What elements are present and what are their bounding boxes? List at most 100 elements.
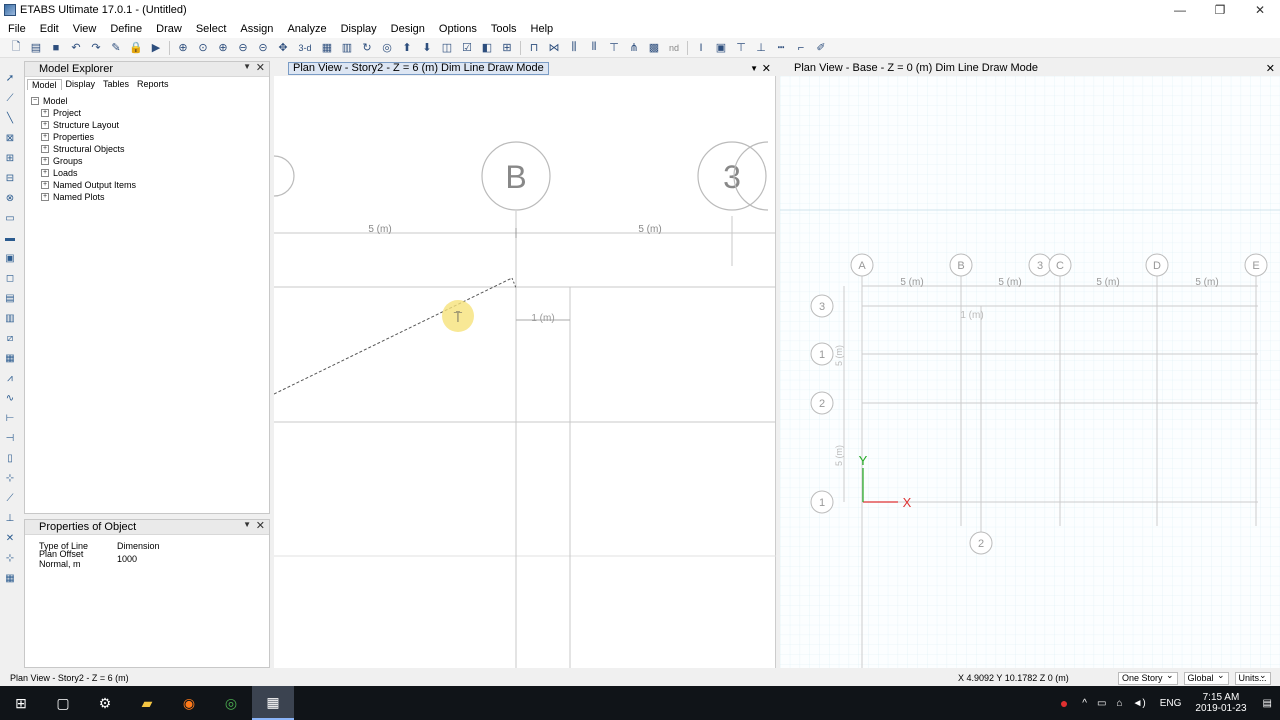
clock-date[interactable]: 2019-01-23 [1195, 703, 1246, 714]
battery-icon[interactable]: ▭ [1097, 698, 1106, 709]
maximize-button[interactable]: ❐ [1200, 0, 1240, 20]
tree-root[interactable]: − Model [31, 95, 263, 107]
zoom-out-icon[interactable]: ⊖ [235, 40, 251, 56]
draw-joint-icon[interactable]: ⟋ [3, 91, 17, 105]
toolbar-nd-label[interactable]: nd [666, 40, 682, 56]
network-icon[interactable]: ⌂ [1116, 698, 1122, 709]
snap-line-icon[interactable]: ⟋ [3, 491, 17, 505]
menu-draw[interactable]: Draw [150, 23, 190, 35]
pointer-icon[interactable]: ➚ [3, 71, 17, 85]
close-panel-icon[interactable]: ✕ [256, 61, 265, 74]
notifications-icon[interactable]: ▤ [1263, 698, 1272, 709]
elevation-view-icon[interactable]: ▥ [339, 40, 355, 56]
draw-column-icon[interactable]: ⊞ [3, 151, 17, 165]
tab-reports[interactable]: Reports [133, 79, 173, 89]
expand-icon[interactable]: + [41, 133, 49, 141]
object-shrink-icon[interactable]: ◫ [439, 40, 455, 56]
draw-frame-icon[interactable]: ╲ [3, 111, 17, 125]
expand-icon[interactable]: + [41, 157, 49, 165]
tree-item-properties[interactable]: + Properties [31, 131, 263, 143]
draw-wave-icon[interactable]: ∿ [3, 391, 17, 405]
minimize-button[interactable]: — [1160, 0, 1200, 20]
tab-model[interactable]: Model [27, 78, 62, 90]
snap-intersect-icon[interactable]: ✕ [3, 531, 17, 545]
view1-title[interactable]: Plan View - Story2 - Z = 6 (m) Dim Line … [288, 61, 549, 75]
draw-reference-icon[interactable]: ⊣ [3, 431, 17, 445]
prop-value[interactable]: Dimension [117, 541, 160, 551]
settings-app-icon[interactable]: ⚙ [84, 686, 126, 720]
chrome-icon[interactable]: ◎ [210, 686, 252, 720]
prop-row[interactable]: Plan Offset Normal, m 1000 [25, 549, 269, 569]
expand-icon[interactable]: + [41, 193, 49, 201]
draw-tendon-icon[interactable]: ⩘ [3, 371, 17, 385]
beam-icon[interactable]: ⊤ [606, 40, 622, 56]
quick-draw-beam-icon[interactable]: ⊠ [3, 131, 17, 145]
draw-link-icon[interactable]: ⧄ [3, 331, 17, 345]
snap-ruler-icon[interactable]: ▦ [3, 571, 17, 585]
volume-icon[interactable]: ◄) [1132, 698, 1145, 709]
windows-start-icon[interactable]: ⊞ [0, 686, 42, 720]
set-display-icon[interactable]: ⊞ [499, 40, 515, 56]
menu-design[interactable]: Design [385, 23, 433, 35]
text-cursor-icon[interactable]: I [693, 40, 709, 56]
task-view-icon[interactable]: ▢ [42, 686, 84, 720]
display-options-icon[interactable]: ◧ [479, 40, 495, 56]
brace-icon[interactable]: ⋈ [546, 40, 562, 56]
tree-item-named-output-items[interactable]: + Named Output Items [31, 179, 263, 191]
open-icon[interactable]: ▤ [28, 40, 44, 56]
tree-item-named-plots[interactable]: + Named Plots [31, 191, 263, 203]
pencil-icon[interactable]: ✎ [108, 40, 124, 56]
lock-icon[interactable]: 🔒 [128, 40, 144, 56]
perspective-icon[interactable]: ◎ [379, 40, 395, 56]
tree-item-loads[interactable]: + Loads [31, 167, 263, 179]
tab-display[interactable]: Display [62, 79, 100, 89]
redo-icon[interactable]: ↷ [88, 40, 104, 56]
draw-brace-icon[interactable]: ⊟ [3, 171, 17, 185]
draw-section-icon[interactable]: ▥ [3, 311, 17, 325]
menu-edit[interactable]: Edit [34, 23, 67, 35]
run-icon[interactable]: ▶ [148, 40, 164, 56]
view2-title[interactable]: Plan View - Base - Z = 0 (m) Dim Line Dr… [794, 62, 1038, 74]
menu-tools[interactable]: Tools [485, 23, 525, 35]
file-explorer-icon[interactable]: ▰ [126, 686, 168, 720]
menu-assign[interactable]: Assign [234, 23, 281, 35]
dropdown-icon[interactable]: ▼ [243, 62, 251, 71]
draw-slab-icon[interactable]: ▤ [3, 291, 17, 305]
coord-system-dropdown[interactable]: Global [1183, 670, 1229, 685]
zoom-in-icon[interactable]: ⊕ [215, 40, 231, 56]
menu-display[interactable]: Display [335, 23, 385, 35]
units-button[interactable]: Units... [1234, 670, 1271, 685]
quick-draw-brace-icon[interactable]: ⊗ [3, 191, 17, 205]
menu-help[interactable]: Help [525, 23, 562, 35]
new-file-icon[interactable]: 🗋 [8, 40, 24, 56]
menu-analyze[interactable]: Analyze [281, 23, 334, 35]
crop-icon[interactable]: ⌐ [793, 40, 809, 56]
expand-icon[interactable]: + [41, 121, 49, 129]
prop-value[interactable]: 1000 [117, 554, 137, 564]
plan-view-icon[interactable]: ▦ [319, 40, 335, 56]
firefox-icon[interactable]: ◉ [168, 686, 210, 720]
draw-wall-icon[interactable]: ◻ [3, 271, 17, 285]
dotted-line-icon[interactable]: ┅ [773, 40, 789, 56]
tree-item-structural-objects[interactable]: + Structural Objects [31, 143, 263, 155]
frame-icon[interactable]: ⊓ [526, 40, 542, 56]
draw-rectangle-icon[interactable]: ▬ [3, 231, 17, 245]
view1-canvas[interactable]: B 3 5 (m) 5 (m) 1 (m) ⍑ [274, 76, 776, 668]
draw-text-icon[interactable]: ▯ [3, 451, 17, 465]
link-icon[interactable]: ⋔ [626, 40, 642, 56]
draw-dimension-icon[interactable]: ⊢ [3, 411, 17, 425]
record-icon[interactable]: ● [1060, 695, 1068, 711]
tab-tables[interactable]: Tables [99, 79, 133, 89]
draw-grid-icon[interactable]: ▦ [3, 351, 17, 365]
close-view-icon[interactable]: ✕ [762, 62, 771, 75]
deselect-icon[interactable]: ⊥ [753, 40, 769, 56]
menu-options[interactable]: Options [433, 23, 485, 35]
menu-file[interactable]: File [2, 23, 34, 35]
snap-end-icon[interactable]: ⊹ [3, 551, 17, 565]
wall-icon[interactable]: ⫴ [586, 40, 602, 56]
zoom-full-icon[interactable]: ⊙ [195, 40, 211, 56]
close-view-icon[interactable]: ✕ [1266, 62, 1275, 75]
undo-icon[interactable]: ↶ [68, 40, 84, 56]
expand-icon[interactable]: + [41, 109, 49, 117]
story-dropdown[interactable]: One Story [1118, 670, 1178, 685]
